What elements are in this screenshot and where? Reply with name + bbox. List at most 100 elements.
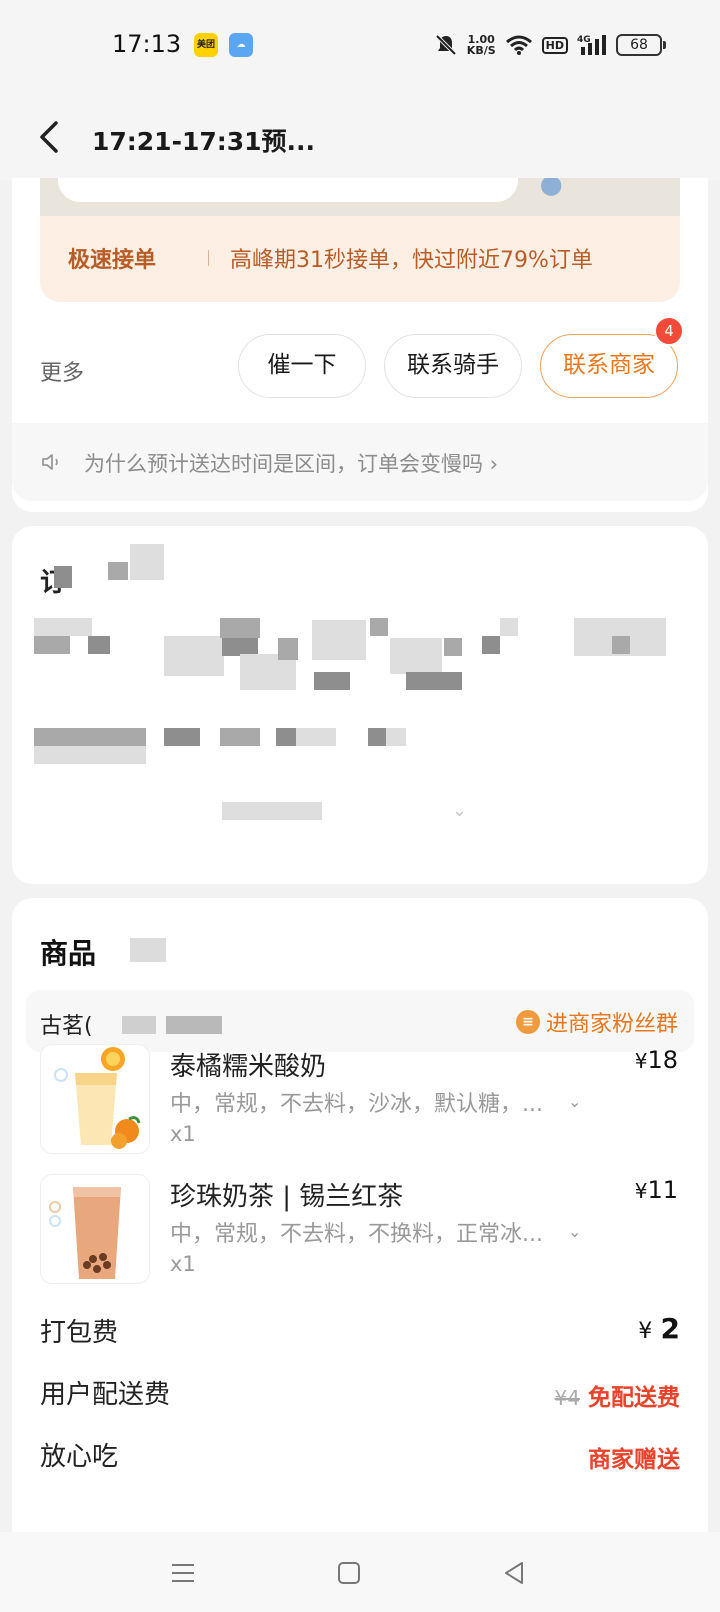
blurred-block [276,728,296,746]
blurred-block [370,618,388,636]
delivery-fee-label: 用户配送费 [40,1380,171,1410]
chevron-down-icon[interactable]: ⌄ [568,1092,581,1111]
blurred-block [34,746,146,764]
shop-row[interactable]: 古茗( ≡ 进商家粉丝群 [26,990,694,1052]
blurred-block [34,618,92,636]
fan-group-label: 进商家粉丝群 [545,1012,678,1037]
blurred-block [122,1016,156,1034]
contact-rider-button[interactable]: 联系骑手 [384,334,522,398]
speed-unit: KB/S [466,44,496,57]
goods-item[interactable]: 泰橘糯米酸奶 中，常规，不去料，沙冰，默认糖，... ⌄ x1 ¥18 [12,1044,708,1164]
blurred-block [444,638,462,656]
blurred-block [130,544,164,580]
goods-title: 商品 [40,937,97,970]
urge-button[interactable]: 催一下 [238,334,366,398]
blurred-block [252,802,312,820]
order-info-expand-icon[interactable]: ⌄ [452,800,467,821]
product-thumbnail [40,1174,150,1284]
hd-icon: HD [541,36,568,54]
currency-symbol: ¥ [638,1319,653,1344]
map-tip-pill [58,178,518,202]
chevron-down-icon[interactable]: ⌄ [568,1222,581,1241]
home-icon[interactable] [334,1558,364,1588]
product-spec: 中，常规，不去料，不换料，正常冰... [170,1222,543,1247]
network-speed: 1.00 KB/S [467,34,496,56]
page-header: 17:21-17:31预... [0,92,720,180]
weather-app-icon: ☁ [229,33,253,57]
blurred-block [278,638,298,660]
bell-muted-icon [435,34,457,56]
blurred-block [500,618,518,636]
wifi-icon [505,35,532,55]
blurred-block [390,638,442,674]
meituan-app-icon: 美团 [194,33,218,57]
currency-symbol: ¥ [634,1049,648,1073]
blurred-block [220,728,260,746]
speaker-icon [42,454,58,470]
shop-name: 古茗( [40,1014,93,1039]
blurred-block [88,636,110,654]
product-quantity: x1 [170,1122,196,1146]
product-spec: 中，常规，不去料，沙冰，默认糖，... [170,1092,543,1117]
blurred-block [406,672,462,690]
goods-item[interactable]: 珍珠奶茶 | 锡兰红茶 中，常规，不去料，不换料，正常冰... ⌄ x1 ¥11 [12,1174,708,1294]
hint-text: 为什么预计送达时间是区间，订单会变慢吗 › [84,452,499,476]
blurred-block [164,636,224,676]
blurred-block [130,938,166,962]
merchant-unread-badge: 4 [654,316,684,346]
location-pin-icon: ⬤ [540,178,563,196]
blurred-block [220,618,260,638]
status-icons: 1.00 KB/S HD 4G 68 [434,30,666,60]
safe-eat-label: 放心吃 [40,1442,119,1472]
pearl-milk-tea-image [49,1187,121,1279]
blurred-block [314,672,350,690]
map-view[interactable]: ⬤ [40,178,680,216]
safe-eat-value: 商家赠送 [588,1447,680,1473]
product-thumbnail [40,1044,150,1154]
promo-title: 极速接单 [68,248,157,273]
contact-merchant-button[interactable]: 联系商家 [540,334,678,398]
delivery-fee-value: ¥4 免配送费 [555,1378,680,1412]
price-value: 11 [647,1176,678,1204]
promo-text: 高峰期31秒接单，快过附近79%订单 [230,248,593,273]
fan-group-link[interactable]: ≡ 进商家粉丝群 [515,1006,678,1038]
packing-fee-label: 打包费 [40,1318,119,1348]
menu-icon[interactable] [168,1558,198,1588]
fast-accept-banner: 极速接单 高峰期31秒接单，快过附近79%订单 [40,216,680,302]
blurred-block [312,620,366,660]
system-nav-bar [0,1532,720,1612]
product-name: 珍珠奶茶 | 锡兰红茶 [170,1182,404,1212]
blurred-block [296,728,336,746]
product-price: ¥11 [635,1176,678,1204]
blurred-block [108,562,128,580]
blurred-block [386,728,406,746]
price-value: 18 [647,1046,678,1074]
product-price: ¥18 [635,1046,678,1074]
signal-icon: 4G [577,35,606,55]
delivery-time-hint[interactable]: 为什么预计送达时间是区间，订单会变慢吗 › [12,423,708,501]
delivery-fee-row: 用户配送费 ¥4 免配送费 [40,1374,680,1414]
product-name: 泰橘糯米酸奶 [170,1052,327,1082]
blurred-block [164,728,200,746]
more-label: 更多 [40,361,85,386]
hint-text-content: 为什么预计送达时间是区间，订单会变慢吗 [84,452,483,476]
page-title: 17:21-17:31预... [92,127,316,156]
currency-symbol: ¥ [634,1179,648,1203]
back-arrow-icon[interactable] [36,120,66,154]
chat-bubble-icon: ≡ [515,1010,540,1034]
blurred-block [54,566,72,588]
mango-yogurt-drink-image [54,1047,141,1149]
blurred-block [34,636,70,654]
goods-card: 商品 古茗( ≡ 进商家粉丝群 泰橘糯米酸奶 中，常规，不去料，沙冰，默认糖，.… [12,898,708,1538]
blurred-block [368,728,386,746]
status-time: 17:13 [112,30,182,58]
status-bar: 17:13 美团 ☁ 1.00 KB/S HD 4G 68 [0,0,720,92]
blurred-block [166,1016,222,1034]
battery-icon: 68 [616,34,666,56]
back-triangle-icon[interactable] [500,1558,530,1588]
packing-fee-value: ¥ 2 [638,1312,680,1345]
safe-eat-row: 放心吃 商家赠送 [40,1436,680,1476]
order-info-card: 订 ⌄ [12,526,708,884]
free-delivery-text: 免配送费 [588,1385,680,1411]
blurred-block [34,728,146,746]
